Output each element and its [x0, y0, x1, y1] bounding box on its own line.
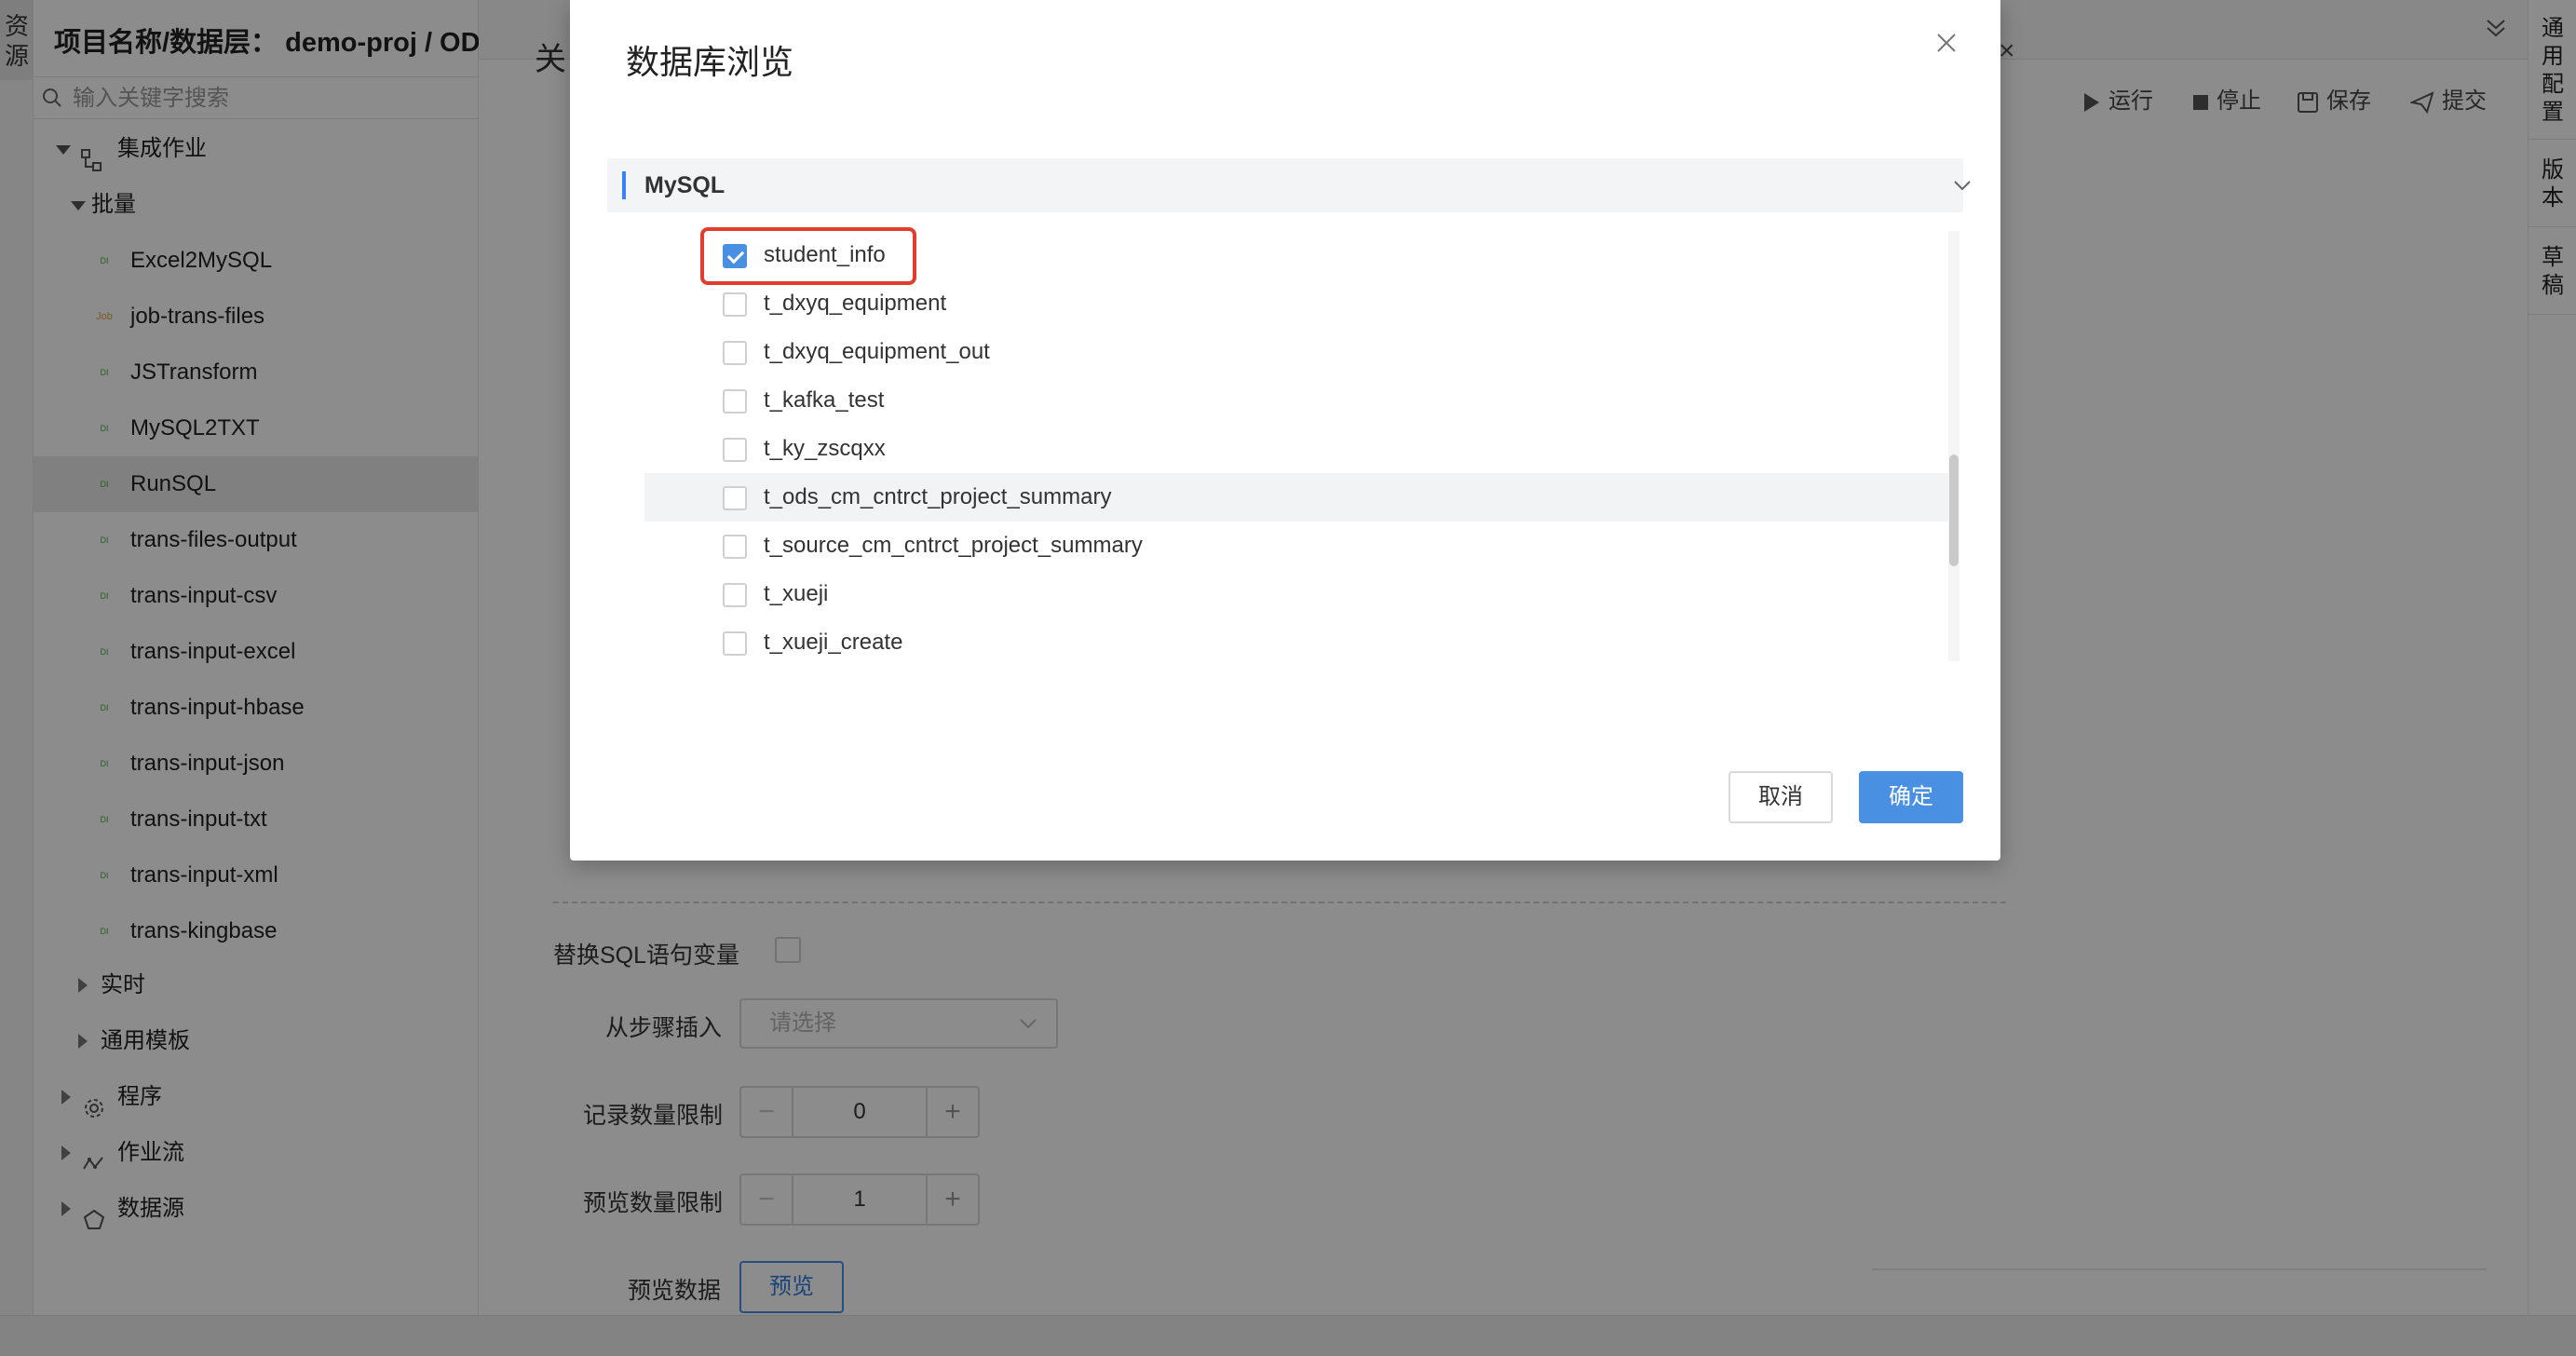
table-list-item[interactable]: t_xueji	[644, 570, 1948, 618]
table-list-scrollbar[interactable]	[1948, 231, 1959, 661]
table-checkbox[interactable]	[723, 341, 747, 365]
table-checkbox[interactable]	[723, 535, 747, 559]
table-list-item[interactable]: student_info	[644, 231, 1948, 279]
mysql-section-header[interactable]: MySQL	[607, 158, 1971, 212]
chevron-down-icon	[1954, 181, 1971, 191]
close-icon[interactable]	[1932, 28, 1961, 58]
table-checkbox[interactable]	[723, 583, 747, 607]
table-list-item[interactable]: t_kafka_test	[644, 376, 1948, 425]
table-checkbox[interactable]	[723, 631, 747, 656]
table-list-item[interactable]: t_ky_zscqxx	[644, 425, 1948, 473]
section-title: MySQL	[644, 172, 725, 198]
table-checkbox[interactable]	[723, 292, 747, 317]
table-name: t_ods_cm_cntrct_project_summary	[764, 484, 1112, 509]
table-name: t_xueji_create	[764, 630, 903, 655]
table-list-item[interactable]: t_source_cm_cntrct_project_summary	[644, 522, 1948, 570]
table-list-item[interactable]: t_ods_cm_cntrct_project_summary	[644, 473, 1948, 522]
table-list: student_info t_dxyq_equipment t_dxyq_equip…	[644, 231, 1948, 661]
database-browse-dialog: 数据库浏览 MySQL student_info t_dxyq_equipment…	[570, 0, 2000, 861]
table-checkbox[interactable]	[723, 389, 747, 414]
confirm-button[interactable]: 确定	[1859, 771, 1963, 823]
table-name: student_info	[764, 242, 886, 267]
table-checkbox[interactable]	[723, 438, 747, 462]
table-name: t_kafka_test	[764, 387, 885, 413]
table-list-item[interactable]: t_dxyq_equipment_out	[644, 328, 1948, 376]
table-list-item[interactable]: t_dxyq_equipment	[644, 279, 1948, 328]
table-name: t_xueji	[764, 581, 829, 606]
section-accent-bar	[622, 171, 626, 199]
table-name: t_dxyq_equipment_out	[764, 339, 990, 364]
table-name: t_dxyq_equipment	[764, 291, 947, 316]
table-checkbox[interactable]	[723, 486, 747, 510]
table-list-item[interactable]: t_xueji_create	[644, 618, 1948, 661]
scrollbar-thumb[interactable]	[1949, 454, 1959, 566]
table-checkbox[interactable]	[723, 244, 747, 268]
dialog-title: 数据库浏览	[626, 43, 794, 81]
cancel-button[interactable]: 取消	[1729, 771, 1833, 823]
table-name: t_ky_zscqxx	[764, 436, 886, 461]
table-name: t_source_cm_cntrct_project_summary	[764, 533, 1143, 558]
